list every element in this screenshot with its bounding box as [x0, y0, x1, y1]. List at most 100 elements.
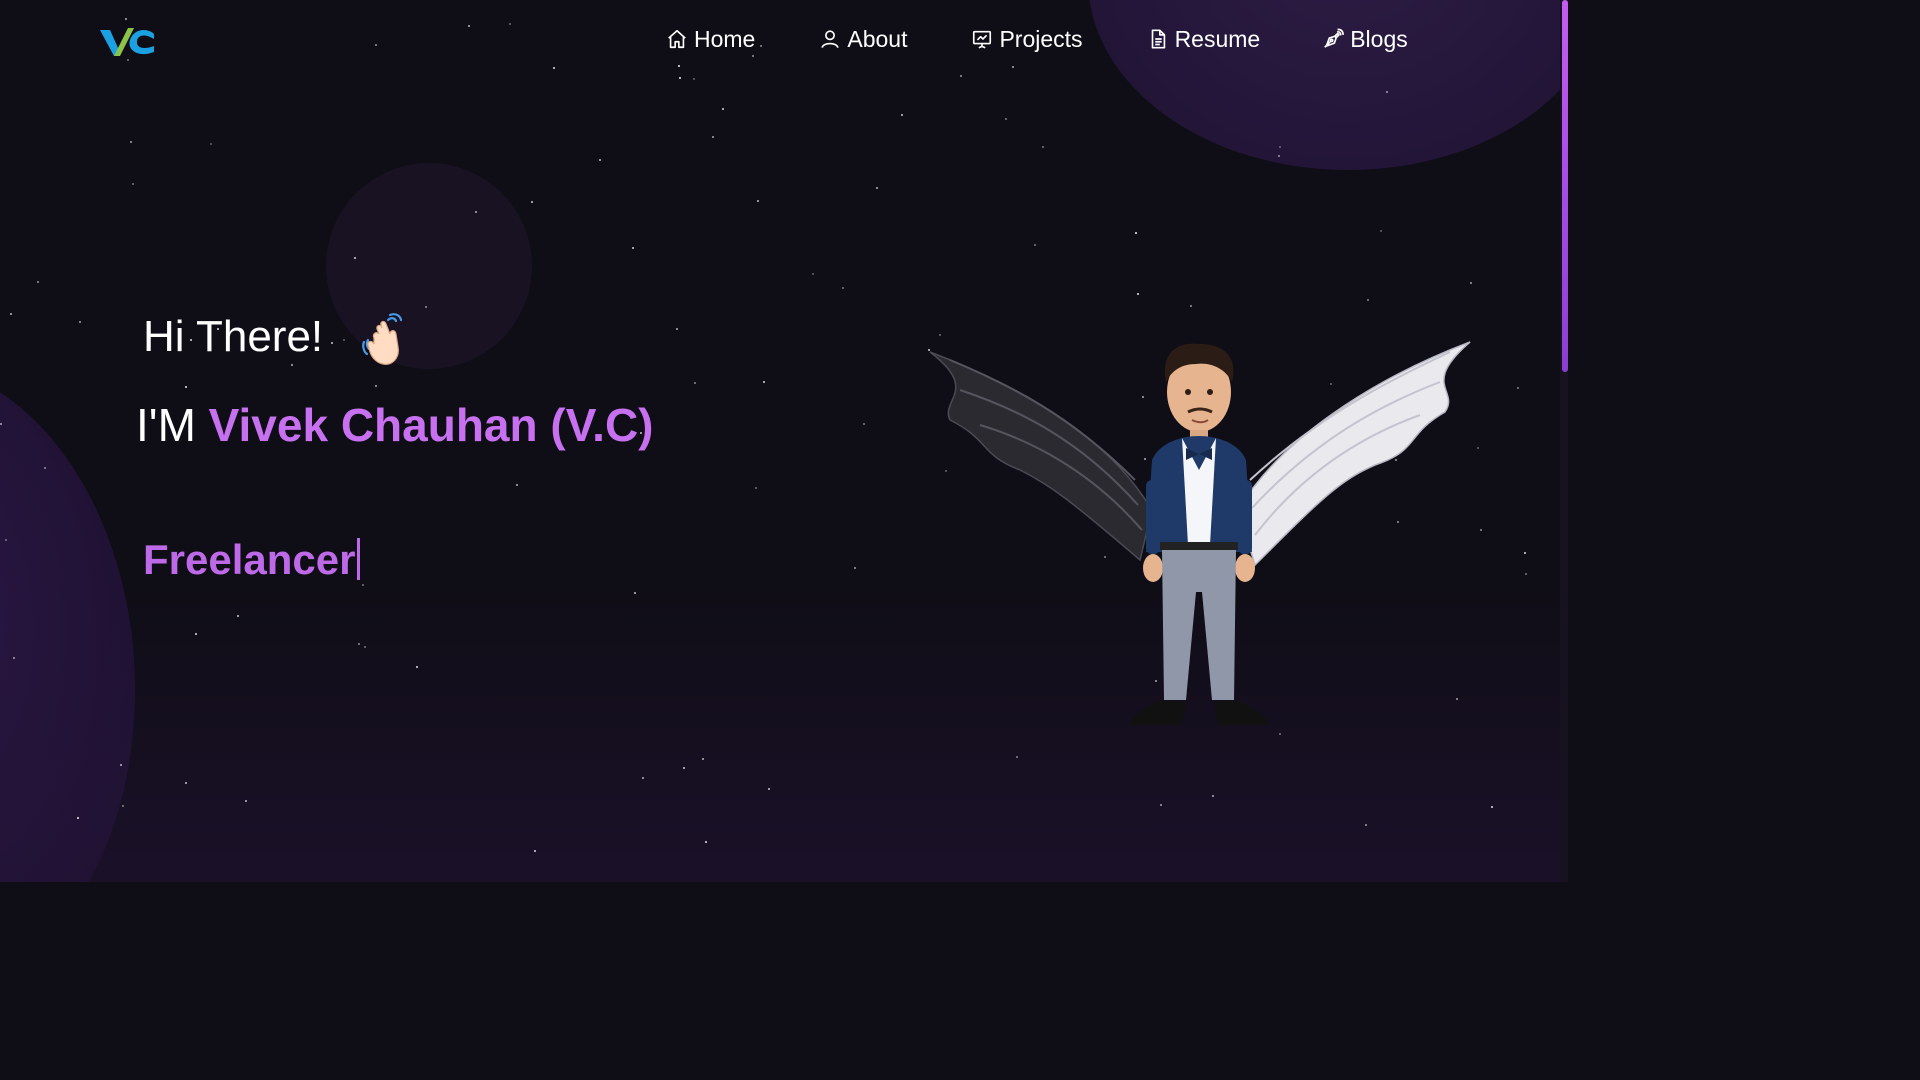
nav-blogs[interactable]: Blogs	[1322, 22, 1408, 56]
star	[1012, 66, 1014, 68]
typing-cursor	[357, 538, 361, 580]
star	[1190, 305, 1192, 307]
star	[364, 646, 366, 648]
star	[37, 281, 39, 283]
star	[362, 584, 364, 586]
star	[127, 59, 129, 61]
typewriter-text: Freelancer	[143, 536, 361, 584]
star	[468, 25, 470, 27]
star	[125, 18, 127, 20]
star	[683, 767, 685, 769]
star	[122, 805, 124, 807]
star	[531, 201, 533, 203]
typed-role: Freelancer	[143, 536, 356, 583]
star	[1525, 573, 1527, 575]
star	[237, 615, 239, 617]
star	[812, 273, 814, 275]
star	[210, 143, 212, 145]
star	[195, 633, 197, 635]
nav-blogs-label: Blogs	[1350, 25, 1408, 52]
star	[1042, 146, 1044, 148]
star	[245, 800, 247, 802]
star	[876, 187, 878, 189]
star	[553, 67, 555, 69]
star	[534, 850, 536, 852]
star	[768, 788, 770, 790]
star	[722, 108, 724, 110]
right-wing	[1237, 341, 1471, 567]
star	[120, 764, 122, 766]
star	[960, 75, 962, 77]
star	[1517, 387, 1519, 389]
star	[1034, 244, 1036, 246]
star	[863, 423, 865, 425]
star	[185, 386, 187, 388]
star	[1278, 155, 1280, 157]
vc-logo[interactable]	[100, 26, 156, 58]
star	[763, 381, 765, 383]
star	[1160, 804, 1162, 806]
scrollbar-thumb[interactable]	[1562, 0, 1568, 372]
avatar-illustration	[929, 341, 1471, 725]
star	[1005, 118, 1007, 120]
star	[1279, 146, 1281, 148]
page-scrollbar[interactable]	[1560, 0, 1568, 882]
star	[132, 183, 134, 185]
star	[375, 385, 377, 387]
document-icon	[1151, 29, 1165, 49]
star	[679, 77, 681, 79]
nav-about[interactable]: About	[819, 22, 907, 56]
star	[712, 136, 714, 138]
hero-name: Vivek Chauhan (V.C)	[208, 399, 654, 451]
home-icon	[668, 29, 686, 49]
star	[425, 306, 427, 308]
star	[755, 487, 757, 489]
background-circle	[326, 163, 532, 369]
star	[694, 382, 696, 384]
star	[693, 78, 695, 80]
star	[1135, 232, 1137, 234]
nav-resume[interactable]: Resume	[1147, 22, 1261, 56]
star	[1137, 293, 1139, 295]
star	[634, 592, 636, 594]
star	[1524, 552, 1526, 554]
left-wing	[929, 351, 1153, 562]
nav-projects-label: Projects	[999, 25, 1083, 52]
star	[854, 567, 856, 569]
hero-greeting: Hi There!	[143, 312, 324, 361]
nav-projects[interactable]: Projects	[971, 22, 1083, 56]
star	[416, 666, 418, 668]
star	[475, 211, 477, 213]
star	[705, 841, 707, 843]
star	[331, 342, 333, 344]
waving-hand-icon	[362, 313, 403, 365]
star	[343, 339, 345, 341]
star	[1380, 230, 1382, 232]
star	[1491, 806, 1493, 808]
star	[642, 777, 644, 779]
star	[676, 328, 678, 330]
hero-intro: I'M Vivek Chauhan (V.C)	[136, 398, 654, 452]
star	[1470, 282, 1472, 284]
star	[1386, 91, 1388, 93]
nav-home-label: Home	[694, 25, 756, 52]
star	[354, 257, 356, 259]
star	[10, 313, 12, 315]
star	[632, 247, 634, 249]
star	[291, 364, 293, 366]
star	[375, 44, 377, 46]
nav-home[interactable]: Home	[666, 22, 755, 56]
star	[516, 484, 518, 486]
star	[130, 141, 132, 143]
nav-resume-label: Resume	[1174, 25, 1261, 52]
star	[702, 758, 704, 760]
nav-about-label: About	[847, 25, 908, 52]
star	[1212, 795, 1214, 797]
star	[77, 817, 79, 819]
user-icon	[821, 30, 839, 49]
star	[901, 114, 903, 116]
presentation-icon	[973, 30, 992, 49]
star	[678, 65, 680, 67]
main-nav: Home About Projects Resume Blogs	[666, 22, 1408, 56]
star	[5, 539, 7, 541]
